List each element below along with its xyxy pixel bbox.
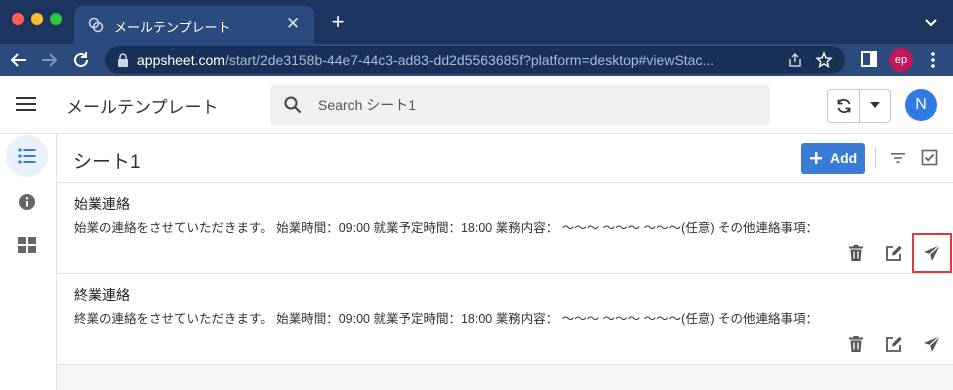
side-panel-icon[interactable] — [861, 51, 877, 67]
back-arrow-icon[interactable] — [8, 49, 30, 71]
add-button[interactable]: Add — [801, 143, 865, 174]
trash-icon — [849, 336, 863, 352]
nav-item-list[interactable] — [6, 135, 48, 177]
main-content: シート1 Add 始業連絡 始業の連絡をさせていただきます。 始業時間：09:0… — [57, 134, 953, 390]
filter-icon[interactable] — [890, 150, 906, 166]
view-title: シート1 — [73, 152, 141, 173]
appsheet-favicon-icon — [88, 17, 104, 33]
edit-button[interactable] — [883, 242, 905, 264]
browser-tab[interactable]: メールテンプレート ✕ — [74, 6, 314, 44]
caret-down-icon — [870, 102, 880, 108]
browser-menu-icon[interactable] — [926, 50, 940, 70]
record-title: 終業連絡 — [74, 287, 130, 303]
tab-title: メールテンプレート — [114, 20, 231, 35]
sync-icon — [837, 98, 851, 114]
info-icon — [19, 194, 35, 210]
search-icon — [284, 96, 302, 114]
paper-plane-icon — [924, 335, 941, 352]
url-domain: appsheet.com — [137, 52, 225, 68]
url-text: appsheet.com/start/2de3158b-44e7-44c3-ad… — [137, 52, 777, 68]
nav-item-dashboard[interactable] — [6, 224, 48, 266]
lock-icon — [118, 53, 128, 67]
select-checkbox-icon[interactable] — [921, 149, 938, 166]
user-avatar[interactable]: N — [905, 89, 937, 121]
nav-item-info[interactable] — [6, 181, 48, 223]
close-tab-icon[interactable]: ✕ — [282, 13, 304, 35]
minimize-window-button[interactable] — [31, 13, 43, 25]
dashboard-icon — [18, 237, 36, 253]
forward-arrow-icon[interactable] — [38, 49, 60, 71]
search-input[interactable] — [318, 85, 738, 125]
browser-tab-bar: メールテンプレート ✕ + — [0, 0, 953, 44]
record-body: 始業の連絡をさせていただきます。 始業時間：09:00 就業予定時間：18:00… — [74, 221, 818, 235]
url-path: /start/2de3158b-44e7-44c3-ad83-dd2d55636… — [224, 52, 715, 68]
new-tab-button[interactable]: + — [326, 10, 350, 34]
edit-button[interactable] — [883, 333, 905, 355]
send-email-button[interactable] — [912, 233, 952, 273]
address-bar[interactable]: appsheet.com/start/2de3158b-44e7-44c3-ad… — [105, 46, 845, 74]
share-icon[interactable] — [787, 52, 803, 68]
record-title: 始業連絡 — [74, 196, 130, 212]
record-body: 終業の連絡をさせていただきます。 始業時間：09:00 就業予定時間：18:00… — [74, 312, 818, 326]
record-card[interactable]: 終業連絡 終業の連絡をさせていただきます。 始業時間：09:00 就業予定時間：… — [57, 274, 953, 365]
plus-icon — [810, 152, 822, 164]
zoom-window-button[interactable] — [50, 13, 62, 25]
search-bar[interactable] — [270, 85, 770, 125]
sync-dropdown-button[interactable] — [860, 90, 890, 122]
app-header: メールテンプレート N — [0, 76, 953, 134]
delete-button[interactable] — [845, 242, 867, 264]
toolbar-divider — [875, 148, 876, 168]
tab-search-chevron-icon[interactable] — [921, 12, 941, 32]
close-window-button[interactable] — [12, 13, 24, 25]
view-header: シート1 Add — [57, 134, 953, 183]
browser-toolbar: appsheet.com/start/2de3158b-44e7-44c3-ad… — [0, 44, 953, 76]
edit-icon — [886, 336, 902, 352]
bookmark-star-icon[interactable] — [815, 51, 833, 69]
delete-button[interactable] — [845, 333, 867, 355]
sync-button[interactable] — [828, 90, 860, 122]
record-card[interactable]: 始業連絡 始業の連絡をさせていただきます。 始業時間：09:00 就業予定時間：… — [57, 183, 953, 274]
sync-button-group — [827, 89, 891, 123]
add-button-label: Add — [830, 150, 858, 166]
browser-profile-avatar[interactable]: ep — [889, 48, 913, 72]
send-email-button[interactable] — [921, 333, 943, 355]
reload-icon[interactable] — [70, 49, 92, 71]
trash-icon — [849, 245, 863, 261]
hamburger-menu-icon[interactable] — [16, 96, 36, 112]
list-icon — [18, 148, 36, 164]
side-navigation — [0, 134, 57, 390]
paper-plane-icon — [924, 244, 941, 261]
app-title: メールテンプレート — [66, 98, 219, 117]
edit-icon — [886, 245, 902, 261]
